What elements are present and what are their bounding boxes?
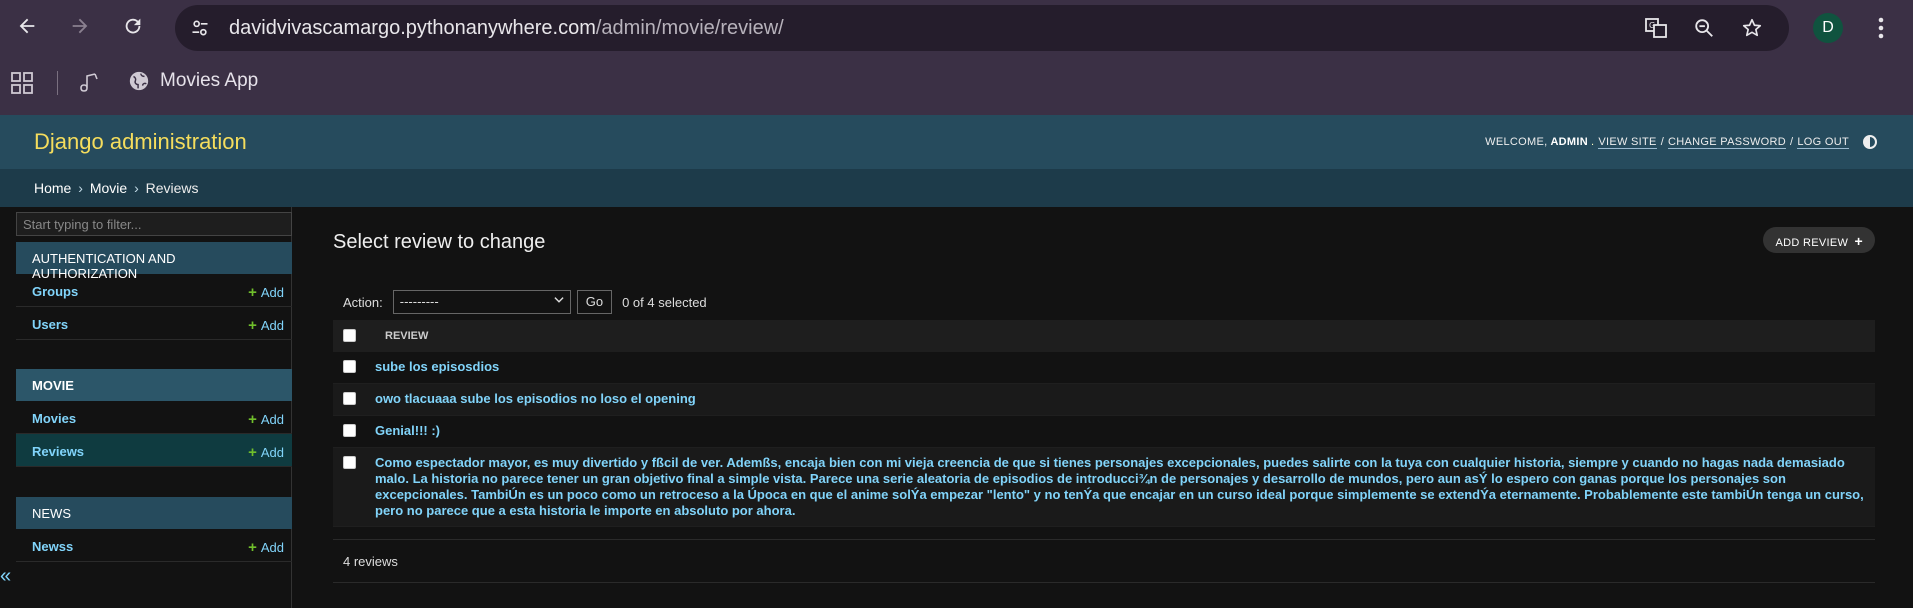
add-review-button[interactable]: ADD REVIEW + [1763,227,1875,253]
plus-icon: + [248,284,257,301]
row-checkbox[interactable] [343,456,356,469]
browser-chrome: davidvivascamargo.pythonanywhere.com/adm… [0,0,1913,115]
table-row: Genial!!! :) [333,415,1875,448]
sidebar-item-label[interactable]: Reviews [32,444,84,459]
review-link[interactable]: owo tlacuaaa sube los episodios no loso … [375,383,1875,416]
module-movie: MOVIE Movies + Add Reviews + Add [16,369,292,467]
breadcrumb-separator: › [134,180,139,196]
welcome-text: WELCOME, [1485,136,1548,148]
user-tools: WELCOME, ADMIN. VIEW SITE / CHANGE PASSW… [1485,135,1877,149]
add-groups-link[interactable]: + Add [248,284,284,301]
select-all-checkbox[interactable] [343,328,356,342]
breadcrumb-home[interactable]: Home [34,180,71,196]
row-checkbox[interactable] [343,424,356,437]
select-all-checkbox-cell [333,320,375,352]
module-caption-news[interactable]: NEWS [16,497,292,529]
forward-icon[interactable] [65,11,95,41]
review-link[interactable]: Genial!!! :) [375,415,1875,448]
breadcrumb-movie[interactable]: Movie [90,180,127,196]
bookmark-movies-app[interactable]: Movies App [128,70,258,92]
nav-sidebar: Start typing to filter... AUTHENTICATION… [0,207,292,608]
table-row: Como espectador mayor, es muy divertido … [333,447,1875,527]
svg-text:G: G [1649,21,1655,30]
sidebar-item-reviews[interactable]: Reviews + Add [16,434,292,467]
sidebar-item-users[interactable]: Users + Add [16,307,292,340]
reload-icon[interactable] [118,11,148,41]
profile-avatar[interactable]: D [1813,13,1843,43]
site-header: Django administration WELCOME, ADMIN. VI… [0,115,1913,169]
result-list: REVIEW sube los episosdios owo tlacuaaa … [333,320,1875,527]
username: ADMIN [1550,136,1588,148]
back-icon[interactable] [12,11,42,41]
sidebar-item-label[interactable]: Groups [32,284,78,299]
row-checkbox[interactable] [343,360,356,373]
column-header-review[interactable]: REVIEW [375,320,1875,352]
bookmark-separator [57,71,58,95]
module-caption-movie[interactable]: MOVIE [16,369,292,401]
site-brand[interactable]: Django administration [34,129,247,155]
sidebar-item-groups[interactable]: Groups + Add [16,274,292,307]
sidebar-item-label[interactable]: Newss [32,539,73,554]
plus-icon: + [1854,233,1863,249]
music-bookmark-icon[interactable] [78,71,104,97]
go-button[interactable]: Go [576,290,613,314]
module-auth: AUTHENTICATION AND AUTHORIZATION Groups … [16,242,292,340]
table-row: owo tlacuaaa sube los episodios no loso … [333,383,1875,416]
toggle-sidebar-button[interactable]: « [0,565,11,588]
add-movies-link[interactable]: + Add [248,411,284,428]
action-label: Action: [343,294,383,310]
site-info-icon[interactable] [185,13,215,43]
actions-bar: Action: --------- Go 0 of 4 selected [333,282,1875,322]
url-text[interactable]: davidvivascamargo.pythonanywhere.com/adm… [229,17,784,40]
translate-icon[interactable]: G [1641,13,1671,43]
plus-icon: + [248,444,257,461]
tools-separator: / [1660,136,1665,148]
sidebar-item-movies[interactable]: Movies + Add [16,401,292,434]
view-site-link[interactable]: VIEW SITE [1598,136,1657,149]
bookmark-star-icon[interactable] [1737,13,1767,43]
plus-icon: + [248,411,257,428]
zoom-out-icon[interactable] [1689,13,1719,43]
table-row: sube los episosdios [333,352,1875,384]
selection-counter: 0 of 4 selected [622,294,707,310]
add-newss-link[interactable]: + Add [248,539,284,556]
apps-grid-icon[interactable] [10,71,36,97]
address-bar[interactable]: davidvivascamargo.pythonanywhere.com/adm… [175,5,1789,51]
action-select[interactable]: --------- [392,290,571,314]
theme-toggle-icon[interactable] [1863,135,1877,149]
tools-separator: / [1790,136,1794,148]
change-password-link[interactable]: CHANGE PASSWORD [1668,136,1787,149]
bookmark-label: Movies App [160,70,259,91]
more-menu-icon[interactable] [1866,13,1896,43]
sidebar-item-label[interactable]: Movies [32,411,76,426]
breadcrumb-reviews: Reviews [145,180,199,196]
module-caption-auth[interactable]: AUTHENTICATION AND AUTHORIZATION [16,242,292,281]
sidebar-item-label[interactable]: Users [32,317,68,332]
globe-icon [129,71,149,91]
row-checkbox[interactable] [343,392,356,405]
module-news: NEWS Newss + Add [16,497,292,562]
chevron-down-icon [552,293,566,310]
nav-filter-input[interactable]: Start typing to filter... [16,212,292,236]
review-link[interactable]: Como espectador mayor, es muy divertido … [375,447,1875,527]
plus-icon: + [248,539,257,556]
log-out-link[interactable]: LOG OUT [1797,136,1849,149]
sidebar-item-newss[interactable]: Newss + Add [16,529,292,562]
review-link[interactable]: sube los episosdios [375,352,1875,384]
add-users-link[interactable]: + Add [248,317,284,334]
add-reviews-link[interactable]: + Add [248,444,284,461]
plus-icon: + [248,317,257,334]
breadcrumb-separator: › [78,180,83,196]
breadcrumb: Home › Movie › Reviews [0,169,1913,207]
paginator: 4 reviews [333,539,1875,583]
page-title: Select review to change [333,231,546,253]
